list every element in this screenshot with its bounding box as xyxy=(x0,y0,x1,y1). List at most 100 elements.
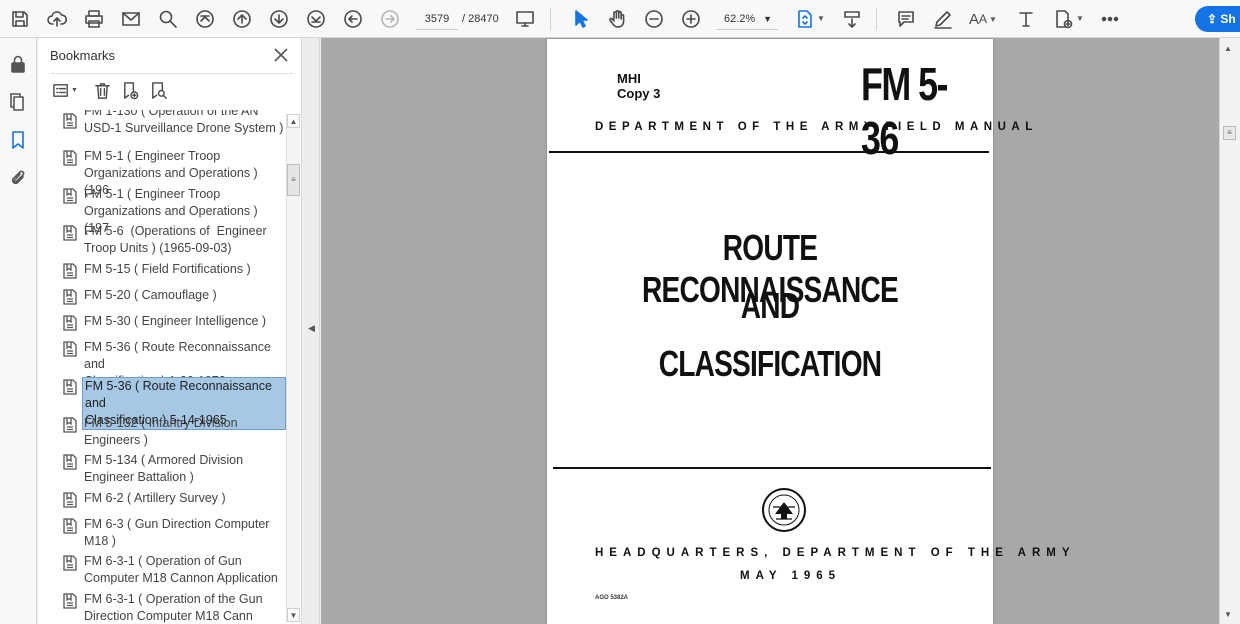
bookmark-item[interactable]: FM 6-3-1 ( Operation of Gun Computer M18… xyxy=(38,553,288,589)
text-size-icon[interactable]: A A ▼ xyxy=(968,6,998,32)
zoom-in-icon[interactable] xyxy=(678,6,704,32)
forward-icon[interactable] xyxy=(377,6,403,32)
panel-divider xyxy=(50,73,294,74)
zoom-level-value: 62.2% xyxy=(724,13,756,25)
add-text-icon[interactable] xyxy=(1013,6,1039,32)
bookmark-item[interactable]: FM 5-1 ( Engineer Troop Organizations an… xyxy=(38,186,288,235)
document-scrollbar[interactable]: ▲ ≡ ▼ xyxy=(1219,38,1240,624)
fill-sign-icon[interactable] xyxy=(1050,6,1076,32)
print-icon[interactable] xyxy=(81,6,107,32)
bookmark-page-icon xyxy=(62,341,80,359)
page-number-input[interactable]: 3579 xyxy=(416,8,458,30)
bookmark-page-icon xyxy=(62,150,80,168)
fit-page-icon[interactable] xyxy=(792,6,818,32)
page-total: / 28470 xyxy=(462,13,499,25)
headquarters-line: HEADQUARTERS, DEPARTMENT OF THE ARMY xyxy=(595,547,1076,559)
scrollbar-thumb[interactable]: ≡ xyxy=(1223,126,1236,140)
email-icon[interactable] xyxy=(118,6,144,32)
bookmark-item[interactable]: FM 1-130 ( Operation of the AN USD-1 Sur… xyxy=(38,110,288,147)
title-line-3: CLASSIFICATION xyxy=(658,343,882,384)
chevron-down-icon: ▼ xyxy=(763,14,772,24)
comment-icon[interactable] xyxy=(893,6,919,32)
zoom-out-icon[interactable] xyxy=(641,6,667,32)
share-label: Sh xyxy=(1220,12,1236,26)
attachment-icon[interactable] xyxy=(6,166,30,190)
bookmark-label: FM 5-6 (Operations of Engineer Troop Uni… xyxy=(84,224,267,255)
chevron-down-icon: ▼ xyxy=(989,14,997,24)
previous-page-icon[interactable] xyxy=(229,6,255,32)
army-seal-icon xyxy=(761,487,807,533)
bookmark-scrollbar[interactable]: ▲ ≡ ▼ xyxy=(286,114,300,622)
collapse-arrow-icon[interactable]: ◀ xyxy=(308,323,315,334)
bookmark-item[interactable]: FM 5-6 (Operations of Engineer Troop Uni… xyxy=(38,223,288,259)
bookmark-item[interactable]: FM 6-3-1 ( Operation of the Gun Directio… xyxy=(38,591,288,624)
bookmark-item[interactable]: FM 5-132 ( Infantry Division Engineers ) xyxy=(38,415,288,451)
bookmark-page-icon xyxy=(62,417,80,435)
scroll-up-arrow-icon[interactable]: ▲ xyxy=(1224,44,1232,53)
bookmark-item[interactable]: FM 5-1 ( Engineer Troop Organizations an… xyxy=(38,148,288,197)
bookmark-label: FM 5-134 ( Armored Division Engineer Bat… xyxy=(84,453,244,484)
grip-icon: ≡ xyxy=(291,175,296,184)
bookmark-page-icon xyxy=(62,188,80,206)
bookmark-page-icon xyxy=(62,492,80,510)
share-button[interactable]: ⇪ Sh xyxy=(1195,6,1240,32)
add-bookmark-icon[interactable] xyxy=(118,78,142,102)
pages-icon[interactable] xyxy=(6,90,30,114)
display-mode-icon[interactable] xyxy=(512,6,538,32)
next-page-icon[interactable] xyxy=(266,6,292,32)
options-menu-icon[interactable]: ▼ xyxy=(50,78,80,102)
bookmark-list: FM 1-130 ( Operation of the AN USD-1 Sur… xyxy=(38,110,288,624)
toolbar-divider xyxy=(876,8,877,30)
bookmark-item[interactable]: FM 5-36 ( Route Reconnaissance and Class… xyxy=(38,377,288,430)
footer-code: AGO 5382A xyxy=(595,595,629,601)
bookmark-item[interactable]: FM 6-3 ( Gun Direction Computer M18 ) xyxy=(38,516,288,552)
delete-bookmark-icon[interactable] xyxy=(90,78,114,102)
pdf-page: MHI Copy 3 FM 5-36 DEPARTMENT OF THE ARMY… xyxy=(547,39,1076,624)
scroll-down-arrow-icon[interactable]: ▼ xyxy=(287,608,300,622)
bookmark-label: FM 5-15 ( Field Fortifications ) xyxy=(84,262,251,276)
text-size-glyph: A xyxy=(969,10,980,28)
document-viewport[interactable]: MHI Copy 3 FM 5-36 DEPARTMENT OF THE ARMY… xyxy=(321,38,1219,624)
scroll-down-arrow-icon[interactable]: ▼ xyxy=(1224,610,1232,619)
title-line-2: AND xyxy=(740,285,800,326)
select-arrow-icon[interactable] xyxy=(567,6,593,32)
lock-icon[interactable] xyxy=(6,52,30,76)
bookmark-page-icon xyxy=(62,289,80,307)
chevron-down-icon: ▼ xyxy=(71,86,78,94)
bookmarks-panel: Bookmarks ▼ FM 1-130 ( Operation of the … xyxy=(38,38,302,624)
pen-icon[interactable] xyxy=(930,6,956,32)
close-icon[interactable] xyxy=(272,46,290,64)
scroll-up-arrow-icon[interactable]: ▲ xyxy=(287,114,300,128)
last-page-icon[interactable] xyxy=(303,6,329,32)
text-size-glyph-small: A xyxy=(979,12,988,26)
find-bookmark-icon[interactable] xyxy=(146,78,170,102)
bookmark-icon[interactable] xyxy=(6,128,30,152)
bookmark-item[interactable]: FM 5-134 ( Armored Division Engineer Bat… xyxy=(38,452,288,488)
bookmark-label: FM 6-3-1 ( Operation of Gun Computer M18… xyxy=(84,554,278,585)
scrollbar-thumb[interactable]: ≡ xyxy=(287,164,300,196)
bookmark-page-icon xyxy=(62,593,80,611)
bookmark-label: FM 5-20 ( Camouflage ) xyxy=(84,288,217,302)
first-page-icon[interactable] xyxy=(192,6,218,32)
chevron-down-icon[interactable]: ▼ xyxy=(817,14,825,23)
bookmark-page-icon xyxy=(62,454,80,472)
bookmark-label: FM 1-130 ( Operation of the AN USD-1 Sur… xyxy=(84,110,284,135)
cloud-upload-icon[interactable] xyxy=(44,6,70,32)
bookmark-page-icon xyxy=(62,518,80,536)
copy-label: Copy 3 xyxy=(617,86,661,101)
zoom-level-select[interactable]: 62.2% ▼ xyxy=(716,8,778,30)
hand-icon[interactable] xyxy=(604,6,630,32)
search-icon[interactable] xyxy=(155,6,181,32)
bookmark-label: FM 6-2 ( Artillery Survey ) xyxy=(84,491,226,505)
scroll-mode-icon[interactable] xyxy=(839,6,865,32)
panel-title: Bookmarks xyxy=(50,48,116,63)
more-icon[interactable] xyxy=(1097,6,1123,32)
bookmark-label: FM 5-132 ( Infantry Division Engineers ) xyxy=(84,416,238,447)
navigation-rail xyxy=(0,38,37,624)
back-icon[interactable] xyxy=(340,6,366,32)
chevron-down-icon[interactable]: ▼ xyxy=(1076,14,1084,23)
library-stamp: MHI Copy 3 xyxy=(617,71,660,101)
bookmark-item[interactable]: FM 5-36 ( Route Reconnaissance and Class… xyxy=(38,339,288,388)
panel-collapse-strip[interactable]: ◀ xyxy=(303,38,320,624)
save-icon[interactable] xyxy=(7,6,33,32)
